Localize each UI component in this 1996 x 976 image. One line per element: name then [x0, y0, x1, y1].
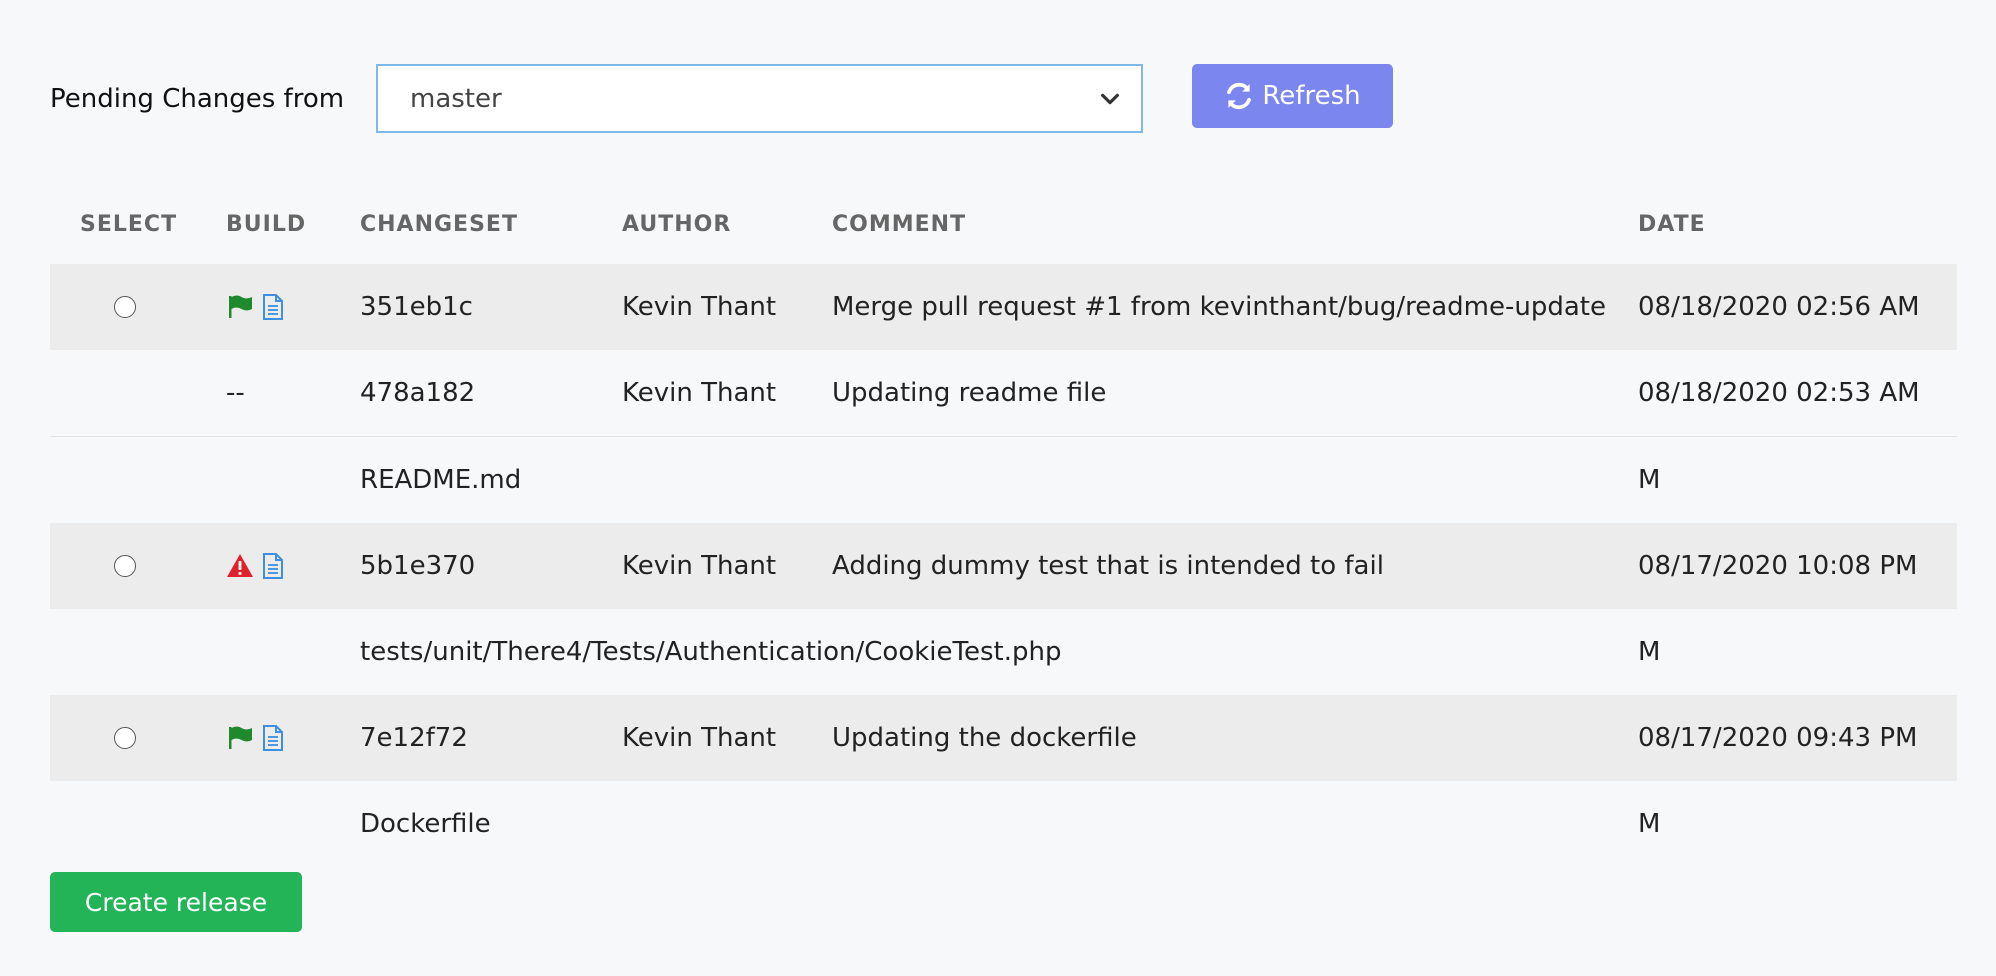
file-path: README.md — [360, 465, 522, 495]
header-changeset: CHANGESET — [360, 212, 518, 237]
warning-icon[interactable] — [226, 552, 254, 580]
file-row: tests/unit/There4/Tests/Authentication/C… — [50, 609, 1957, 695]
date: 08/17/2020 10:08 PM — [1638, 551, 1918, 581]
comment: Updating readme file — [832, 378, 1107, 408]
branch-select-value: master — [410, 83, 502, 114]
file-path: tests/unit/There4/Tests/Authentication/C… — [360, 637, 1062, 667]
create-release-button[interactable]: Create release — [50, 872, 302, 932]
build-status — [226, 264, 326, 350]
branch-select[interactable]: master — [376, 64, 1143, 133]
document-icon[interactable] — [258, 724, 286, 752]
changeset-id[interactable]: 7e12f72 — [360, 695, 468, 781]
build-status-empty: -- — [226, 378, 245, 408]
comment: Merge pull request #1 from kevinthant/bu… — [832, 292, 1606, 322]
document-icon[interactable] — [258, 552, 286, 580]
change-type: M — [1638, 809, 1661, 839]
author: Kevin Thant — [622, 378, 777, 408]
comment: Adding dummy test that is intended to fa… — [832, 551, 1384, 581]
header-comment: COMMENT — [832, 212, 967, 237]
pending-changes-label: Pending Changes from — [50, 84, 345, 114]
change-type: M — [1638, 637, 1661, 667]
select-radio[interactable] — [114, 727, 136, 749]
build-status — [226, 523, 326, 609]
changeset-id[interactable]: 5b1e370 — [360, 523, 475, 609]
table-row: 7e12f72 Kevin Thant Updating the dockerf… — [50, 695, 1957, 781]
document-icon[interactable] — [258, 293, 286, 321]
table-header: SELECT BUILD CHANGESET AUTHOR COMMENT DA… — [50, 200, 1957, 264]
change-type: M — [1638, 465, 1661, 495]
refresh-icon — [1227, 82, 1252, 110]
flag-icon[interactable] — [226, 293, 254, 321]
date: 08/17/2020 09:43 PM — [1638, 723, 1918, 753]
comment: Updating the dockerfile — [832, 723, 1137, 753]
date: 08/18/2020 02:56 AM — [1638, 292, 1920, 322]
author: Kevin Thant — [622, 551, 777, 581]
file-path: Dockerfile — [360, 809, 491, 839]
chevron-down-icon — [1101, 93, 1119, 104]
header-date: DATE — [1638, 212, 1706, 237]
changeset-id[interactable]: 478a182 — [360, 350, 475, 436]
date: 08/18/2020 02:53 AM — [1638, 378, 1920, 408]
select-radio[interactable] — [114, 555, 136, 577]
table-row: 351eb1c Kevin Thant Merge pull request #… — [50, 264, 1957, 350]
header-select: SELECT — [80, 212, 178, 237]
flag-icon[interactable] — [226, 724, 254, 752]
toolbar: Pending Changes from master Refresh — [0, 0, 1996, 150]
header-author: AUTHOR — [622, 212, 732, 237]
table-row: 5b1e370 Kevin Thant Adding dummy test th… — [50, 523, 1957, 609]
file-row: README.md M — [50, 437, 1957, 523]
author: Kevin Thant — [622, 292, 777, 322]
header-build: BUILD — [226, 212, 307, 237]
table-row: -- 478a182 Kevin Thant Updating readme f… — [50, 350, 1957, 437]
changeset-id[interactable]: 351eb1c — [360, 264, 473, 350]
author: Kevin Thant — [622, 723, 777, 753]
select-radio[interactable] — [114, 296, 136, 318]
pending-changes-table: SELECT BUILD CHANGESET AUTHOR COMMENT DA… — [50, 200, 1957, 867]
refresh-button-label: Refresh — [1262, 81, 1361, 111]
file-row: Dockerfile M — [50, 781, 1957, 867]
build-status — [226, 695, 326, 781]
refresh-button[interactable]: Refresh — [1192, 64, 1393, 128]
